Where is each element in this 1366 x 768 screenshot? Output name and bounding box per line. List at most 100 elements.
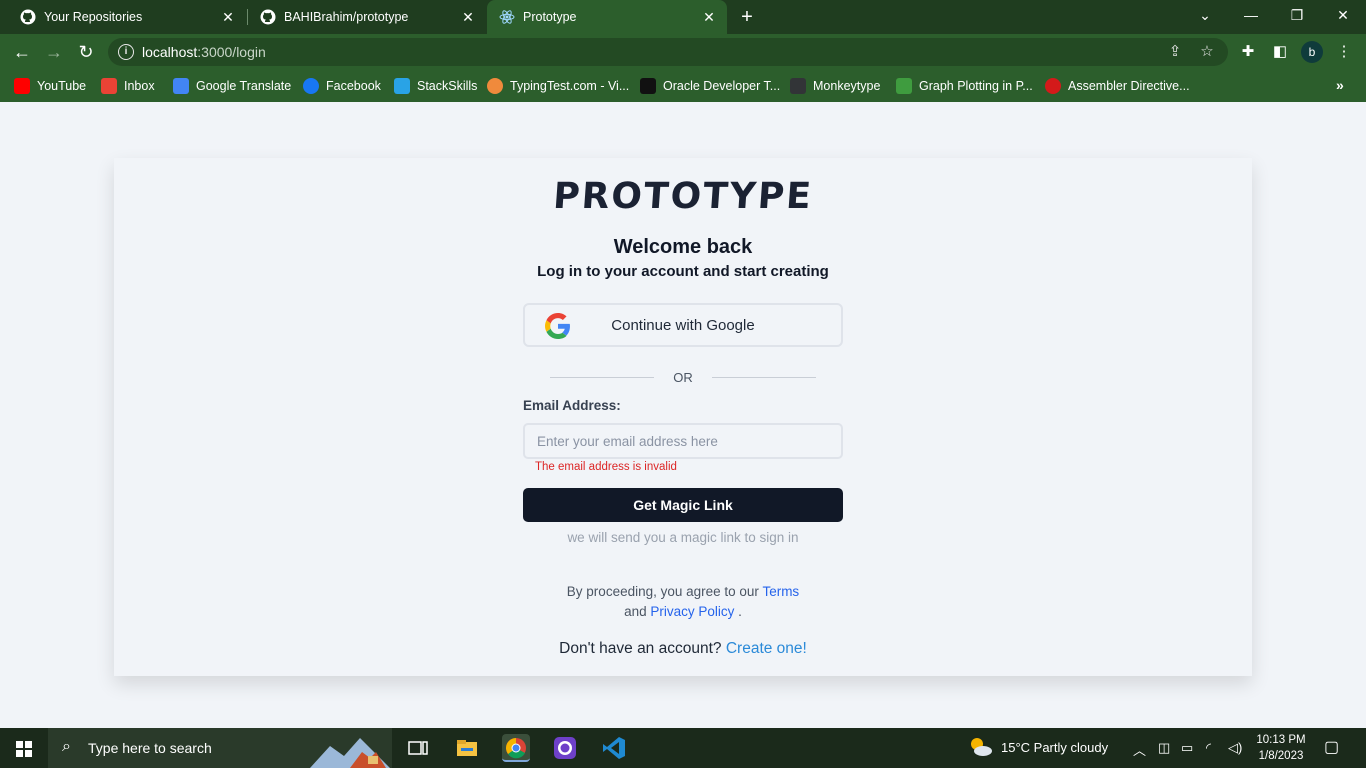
- get-magic-link-button[interactable]: Get Magic Link: [523, 488, 843, 522]
- address-bar[interactable]: i localhost:3000/login ⇪ ☆: [108, 38, 1228, 66]
- gmail-icon: [101, 78, 117, 94]
- geeksforgeeks-icon: [896, 78, 912, 94]
- tab-search-chevron-icon[interactable]: ⌄: [1182, 0, 1228, 30]
- bookmark-facebook[interactable]: Facebook: [303, 77, 381, 95]
- google-button-label: Continue with Google: [611, 317, 755, 334]
- bookmark-label: TypingTest.com - Vi...: [510, 79, 630, 93]
- or-divider-text: OR: [673, 370, 693, 385]
- battery-icon[interactable]: ▭: [1181, 740, 1193, 756]
- url-text[interactable]: localhost:3000/login: [142, 44, 266, 60]
- bookmark-monkeytype[interactable]: Monkeytype: [790, 77, 880, 95]
- tab-your-repositories[interactable]: Your Repositories ✕: [8, 0, 246, 34]
- page-subtitle: Log in to your account and start creatin…: [537, 263, 829, 280]
- typingtest-icon: [487, 78, 503, 94]
- facebook-icon: [303, 78, 319, 94]
- youtube-icon: [14, 78, 30, 94]
- divider-line-right: [712, 377, 816, 378]
- bookmark-typingtest[interactable]: TypingTest.com - Vi...: [487, 77, 629, 95]
- email-field[interactable]: [523, 423, 843, 459]
- bookmark-assembler-directive[interactable]: Assembler Directive...: [1045, 77, 1190, 95]
- email-label: Email Address:: [523, 398, 621, 413]
- chrome-taskbar-icon[interactable]: [502, 734, 530, 762]
- terms-link[interactable]: Terms: [762, 584, 799, 599]
- browser-toolbar: ← → ↻ i localhost:3000/login ⇪ ☆ ✚ ◧ ⋮: [0, 34, 1366, 70]
- bookmark-oracle-developer[interactable]: Oracle Developer T...: [640, 77, 780, 95]
- bookmark-label: Oracle Developer T...: [663, 79, 781, 93]
- task-view-icon[interactable]: [404, 734, 432, 762]
- privacy-policy-link[interactable]: Privacy Policy: [650, 604, 734, 619]
- tab-prototype[interactable]: Prototype ✕: [487, 0, 727, 34]
- weather-icon[interactable]: [968, 735, 994, 762]
- login-card: PROTOTYPE Welcome back Log in to your ac…: [114, 158, 1252, 676]
- reload-button[interactable]: ↻: [74, 40, 98, 64]
- site-info-icon[interactable]: i: [118, 44, 134, 60]
- github-icon: [20, 9, 36, 25]
- notification-center-icon[interactable]: ▢: [1324, 737, 1339, 757]
- signup-prompt: Don't have an account? Create one!: [114, 640, 1252, 658]
- bookmark-google-translate[interactable]: Google Translate: [173, 77, 291, 95]
- terms-suffix: .: [738, 604, 742, 619]
- continue-with-google-button[interactable]: Continue with Google: [523, 303, 843, 347]
- minimize-button[interactable]: —: [1228, 0, 1274, 30]
- url-host: localhost: [142, 44, 198, 60]
- close-window-button[interactable]: ✕: [1320, 0, 1366, 30]
- profile-avatar[interactable]: b: [1301, 41, 1323, 63]
- github-icon: [260, 9, 276, 25]
- windows-taskbar: ⌕ Type here to search 15°C Partly cloudy…: [0, 728, 1366, 768]
- bookmarks-bar: YouTube Inbox Google Translate Facebook …: [0, 70, 1366, 102]
- tab-label: Prototype: [523, 10, 577, 24]
- create-account-link[interactable]: Create one!: [726, 640, 807, 657]
- search-icon: ⌕: [62, 738, 71, 755]
- github-desktop-icon[interactable]: [551, 734, 579, 762]
- file-explorer-icon[interactable]: [453, 734, 481, 762]
- bookmark-label: StackSkills: [417, 79, 478, 93]
- stackskills-icon: [394, 78, 410, 94]
- bookmark-youtube[interactable]: YouTube: [14, 77, 86, 95]
- tab-bahibrahim-prototype[interactable]: BAHIBrahim/prototype ✕: [248, 0, 486, 34]
- terms-notice: By proceeding, you agree to our Terms an…: [114, 582, 1252, 622]
- extensions-icon[interactable]: ✚: [1238, 42, 1258, 62]
- wifi-icon[interactable]: ◜: [1206, 740, 1211, 756]
- weather-text[interactable]: 15°C Partly cloudy: [1001, 740, 1108, 755]
- oracle-icon: [640, 78, 656, 94]
- bookmark-label: Inbox: [124, 79, 155, 93]
- volume-icon[interactable]: ◁): [1228, 740, 1242, 756]
- url-path: :3000/login: [197, 44, 266, 60]
- vscode-icon[interactable]: [600, 734, 628, 762]
- start-button[interactable]: [0, 728, 48, 768]
- more-menu-icon[interactable]: ⋮: [1334, 42, 1354, 62]
- back-button[interactable]: ←: [10, 40, 34, 64]
- close-tab-icon[interactable]: ✕: [701, 9, 717, 25]
- clock-date: 1/8/2023: [1258, 750, 1304, 762]
- browser-tab-strip: Your Repositories ✕ BAHIBrahim/prototype…: [0, 0, 1366, 34]
- meet-now-icon[interactable]: ◫: [1158, 740, 1170, 756]
- react-icon: [499, 9, 515, 25]
- tab-label: BAHIBrahim/prototype: [284, 10, 409, 24]
- search-highlight-illustration: [310, 738, 390, 768]
- bookmark-stackskills[interactable]: StackSkills: [394, 77, 477, 95]
- system-clock[interactable]: 10:13 PM 1/8/2023: [1252, 732, 1310, 764]
- close-tab-icon[interactable]: ✕: [460, 9, 476, 25]
- monkeytype-icon: [790, 78, 806, 94]
- tab-label: Your Repositories: [44, 10, 143, 24]
- restore-button[interactable]: ❐: [1274, 0, 1320, 30]
- terms-and: and: [624, 604, 647, 619]
- bookmark-star-icon[interactable]: ☆: [1198, 43, 1216, 61]
- forward-button[interactable]: →: [42, 40, 66, 64]
- bookmark-label: Google Translate: [196, 79, 292, 93]
- signup-prefix: Don't have an account?: [559, 640, 722, 657]
- more-bookmarks-icon[interactable]: »: [1336, 77, 1344, 93]
- taskbar-search-box[interactable]: ⌕ Type here to search: [48, 728, 392, 768]
- email-error-message: The email address is invalid: [535, 461, 677, 473]
- bookmark-label: YouTube: [37, 79, 87, 93]
- app-logo: PROTOTYPE: [551, 176, 815, 217]
- show-hidden-icons-chevron-icon[interactable]: ︿: [1133, 740, 1146, 759]
- side-panel-icon[interactable]: ◧: [1270, 42, 1290, 62]
- close-tab-icon[interactable]: ✕: [220, 9, 236, 25]
- search-placeholder: Type here to search: [88, 740, 212, 756]
- share-icon[interactable]: ⇪: [1166, 43, 1184, 61]
- bookmark-inbox[interactable]: Inbox: [101, 77, 155, 95]
- bookmark-label: Facebook: [326, 79, 381, 93]
- new-tab-button[interactable]: +: [736, 6, 758, 28]
- bookmark-graph-plotting[interactable]: Graph Plotting in P...: [896, 77, 1033, 95]
